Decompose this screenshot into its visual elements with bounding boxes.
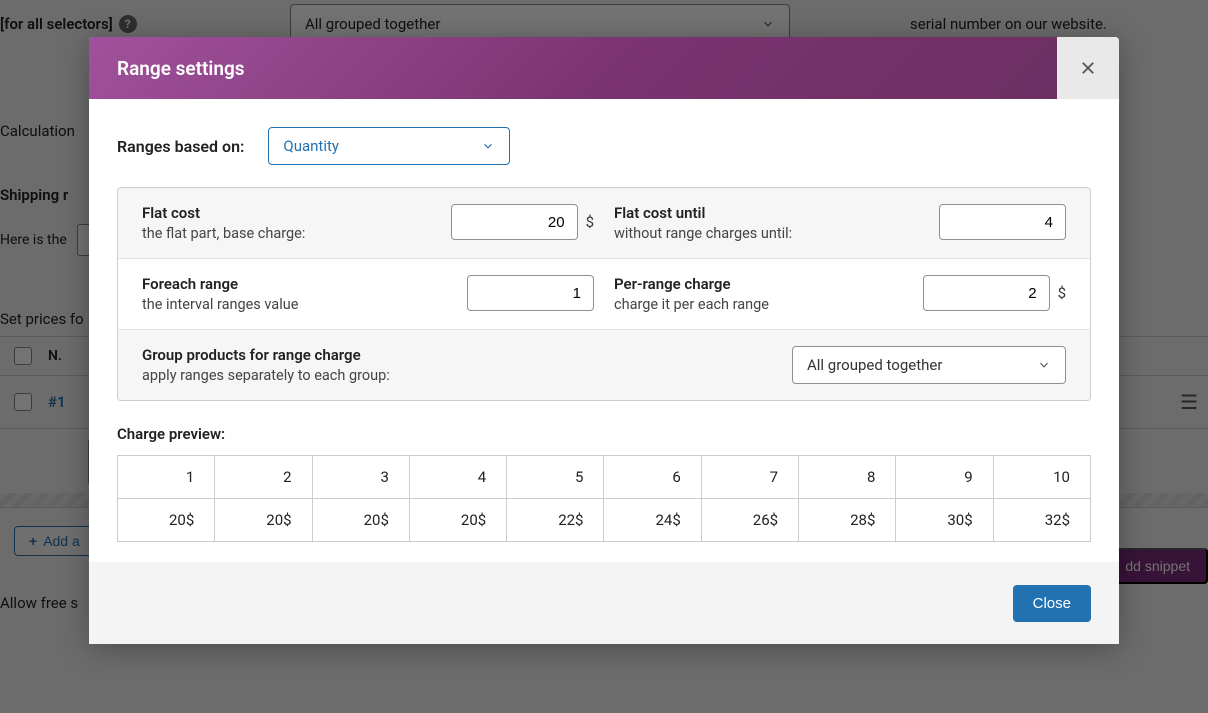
group-select[interactable]: All grouped together [792, 346, 1066, 384]
flat-until-input[interactable] [939, 204, 1066, 240]
preview-header-cell: 10 [993, 456, 1090, 499]
preview-header-row: 1 2 3 4 5 6 7 8 9 10 [118, 456, 1091, 499]
preview-value-cell: 28$ [799, 499, 896, 542]
flat-cost-currency: $ [586, 213, 594, 231]
preview-value-cell: 20$ [215, 499, 312, 542]
preview-value-cell: 20$ [409, 499, 506, 542]
preview-header-cell: 1 [118, 456, 215, 499]
preview-header-cell: 8 [799, 456, 896, 499]
preview-header-cell: 4 [409, 456, 506, 499]
close-icon [1079, 59, 1097, 77]
chevron-down-icon [481, 139, 495, 153]
foreach-desc: the interval ranges value [142, 296, 453, 313]
modal-body: Ranges based on: Quantity Flat cost the … [89, 99, 1119, 562]
modal-title-bar: Range settings [89, 37, 1057, 99]
preview-value-cell: 22$ [507, 499, 604, 542]
preview-value-cell: 20$ [118, 499, 215, 542]
ranges-based-value: Quantity [283, 137, 339, 155]
preview-header-cell: 9 [896, 456, 993, 499]
ranges-based-label: Ranges based on: [117, 137, 244, 156]
flat-cost-desc: the flat part, base charge: [142, 225, 437, 242]
modal-footer: Close [89, 562, 1119, 644]
charge-preview-table: 1 2 3 4 5 6 7 8 9 10 20$ 20$ 20$ 20$ 22$… [117, 455, 1091, 542]
foreach-title: Foreach range [142, 275, 453, 293]
ranges-based-select[interactable]: Quantity [268, 127, 510, 165]
preview-header-cell: 3 [312, 456, 409, 499]
preview-header-cell: 7 [701, 456, 798, 499]
preview-value-row: 20$ 20$ 20$ 20$ 22$ 24$ 26$ 28$ 30$ 32$ [118, 499, 1091, 542]
flat-until-title: Flat cost until [614, 204, 925, 222]
per-range-input[interactable] [923, 275, 1050, 311]
per-range-currency: $ [1058, 284, 1066, 302]
foreach-input[interactable] [467, 275, 594, 311]
preview-value-cell: 26$ [701, 499, 798, 542]
modal-header: Range settings [89, 37, 1119, 99]
preview-header-cell: 5 [507, 456, 604, 499]
range-settings-modal: Range settings Ranges based on: Quantity… [89, 37, 1119, 644]
preview-header-cell: 2 [215, 456, 312, 499]
modal-title: Range settings [117, 57, 245, 80]
group-select-value: All grouped together [807, 356, 942, 374]
modal-close-button[interactable] [1057, 37, 1119, 99]
preview-value-cell: 20$ [312, 499, 409, 542]
preview-value-cell: 30$ [896, 499, 993, 542]
preview-value-cell: 32$ [993, 499, 1090, 542]
flat-cost-input[interactable] [451, 204, 578, 240]
group-desc: apply ranges separately to each group: [142, 367, 778, 384]
preview-value-cell: 24$ [604, 499, 701, 542]
charge-preview-label: Charge preview: [117, 425, 1091, 443]
flat-until-desc: without range charges until: [614, 225, 925, 242]
flat-cost-title: Flat cost [142, 204, 437, 222]
per-range-title: Per-range charge [614, 275, 909, 293]
per-range-desc: charge it per each range [614, 296, 909, 313]
settings-box: Flat cost the flat part, base charge: $ … [117, 187, 1091, 401]
group-title: Group products for range charge [142, 346, 778, 364]
chevron-down-icon [1037, 358, 1051, 372]
close-button[interactable]: Close [1013, 585, 1091, 622]
preview-header-cell: 6 [604, 456, 701, 499]
